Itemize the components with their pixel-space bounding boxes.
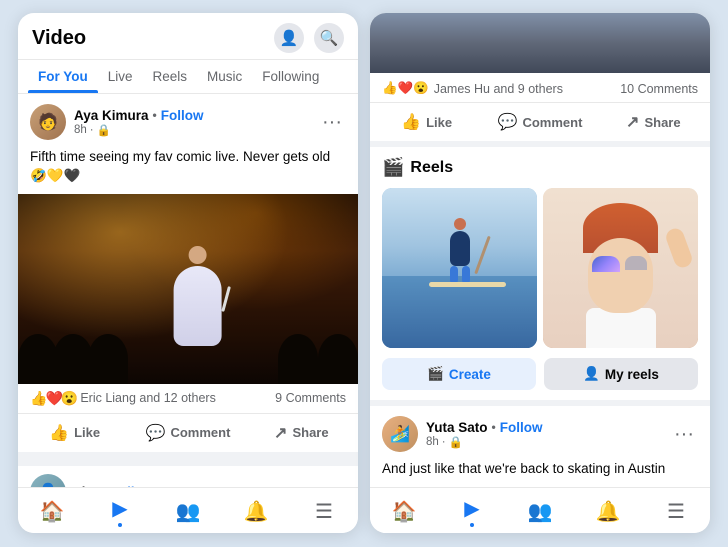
reaction-bar: 👍 ❤️ 😮 Eric Liang and 12 others 9 Commen…: [18, 384, 358, 413]
reels-section: 🎬 Reels: [370, 147, 710, 400]
video-stage: [18, 194, 358, 384]
comment-button[interactable]: 💬 Comment: [131, 416, 244, 450]
reaction-emojis: 👍 ❤️ 😮: [30, 390, 76, 407]
post2-header: 🏄 Yuta Sato • Follow 8h · 🔒: [370, 406, 710, 456]
top-video-section: [370, 13, 710, 73]
post2-privacy-icon: 🔒: [449, 435, 463, 449]
engagement-row: 👍❤️😮 James Hu and 9 others 10 Comments: [370, 73, 710, 102]
right-comment-icon: 💬: [498, 112, 518, 132]
post-time: 8h: [74, 124, 87, 136]
right-action-bar: 👍 Like 💬 Comment ↗ Share: [370, 102, 710, 141]
action-bar: 👍 Like 💬 Comment ↗ Share: [18, 413, 358, 452]
next-post-preview: 👤 Tia... Follow: [18, 460, 358, 487]
right-share-button[interactable]: ↗ Share: [597, 105, 710, 139]
right-like-icon: 👍: [401, 112, 421, 132]
tab-live[interactable]: Live: [98, 60, 143, 93]
post2-avatar: 🏄: [382, 416, 418, 452]
right-comment-button[interactable]: 💬 Comment: [483, 105, 596, 139]
right-nav-groups[interactable]: 👥: [506, 494, 574, 529]
nav-groups[interactable]: 👥: [154, 494, 222, 529]
reel-thumb-1[interactable]: [382, 188, 537, 348]
left-phone-content: 🧑 Aya Kimura • Follow 8h · 🔒: [18, 94, 358, 487]
post-author: 🧑 Aya Kimura • Follow 8h · 🔒: [30, 104, 203, 140]
reels-icon: 🎬: [382, 157, 404, 178]
reels-person-icon: 👤: [583, 366, 600, 382]
post2-author-name: Yuta Sato: [426, 420, 488, 435]
right-share-icon: ↗: [626, 112, 639, 132]
post-privacy-icon: 🔒: [97, 123, 111, 137]
right-nav-menu[interactable]: ☰: [642, 494, 710, 529]
tab-following[interactable]: Following: [252, 60, 329, 93]
right-nav-video[interactable]: ▶: [438, 494, 506, 529]
more-options-button[interactable]: ···: [318, 111, 346, 134]
post2-time: 8h: [426, 436, 439, 448]
post2-more-button[interactable]: ···: [670, 423, 698, 446]
reels-grid: [382, 188, 698, 348]
post2-text: And just like that we're back to skating…: [370, 456, 710, 487]
reels-title: Reels: [410, 159, 453, 177]
right-reactor-text: James Hu and 9 others: [434, 82, 563, 96]
follow-button[interactable]: Follow: [161, 108, 204, 123]
my-reels-button[interactable]: 👤 My reels: [544, 358, 698, 390]
search-icon[interactable]: 🔍: [314, 23, 344, 53]
tab-music[interactable]: Music: [197, 60, 252, 93]
author-avatar: 🧑: [30, 104, 66, 140]
tabs-row: For You Live Reels Music Following: [18, 60, 358, 94]
tab-for-you[interactable]: For You: [28, 60, 98, 93]
right-phone: 👍❤️😮 James Hu and 9 others 10 Comments 👍…: [370, 13, 710, 533]
share-icon: ↗: [274, 423, 287, 443]
bottom-nav-left: 🏠 ▶ 👥 🔔 ☰: [18, 487, 358, 533]
like-icon: 👍: [49, 423, 69, 443]
page-title: Video: [32, 27, 86, 50]
left-phone-header: Video 👤 🔍: [18, 13, 358, 60]
comments-count[interactable]: 9 Comments: [275, 391, 346, 405]
reels-header: 🎬 Reels: [382, 157, 698, 178]
comment-icon: 💬: [146, 423, 166, 443]
reactor-text: Eric Liang and 12 others: [80, 391, 216, 405]
nav-video[interactable]: ▶: [86, 494, 154, 529]
author-name: Aya Kimura: [74, 108, 149, 123]
reel-thumb-2[interactable]: [543, 188, 698, 348]
left-phone: Video 👤 🔍 For You Live Reels Music Follo…: [18, 13, 358, 533]
create-icon: 🎬: [427, 366, 444, 382]
post-text: Fifth time seeing my fav comic live. Nev…: [18, 144, 358, 194]
profile-icon[interactable]: 👤: [274, 23, 304, 53]
right-like-button[interactable]: 👍 Like: [370, 105, 483, 139]
post-video[interactable]: [18, 194, 358, 384]
post2-follow-button[interactable]: Follow: [500, 420, 543, 435]
right-phone-content: 👍❤️😮 James Hu and 9 others 10 Comments 👍…: [370, 13, 710, 487]
tab-reels[interactable]: Reels: [143, 60, 198, 93]
right-comments-count[interactable]: 10 Comments: [620, 82, 698, 96]
nav-menu[interactable]: ☰: [290, 494, 358, 529]
post-card: 🧑 Aya Kimura • Follow 8h · 🔒: [18, 94, 358, 452]
nav-notifications[interactable]: 🔔: [222, 494, 290, 529]
create-reel-button[interactable]: 🎬 Create: [382, 358, 536, 390]
reels-buttons: 🎬 Create 👤 My reels: [382, 358, 698, 390]
like-button[interactable]: 👍 Like: [18, 416, 131, 450]
post-meta: 8h · 🔒: [74, 123, 203, 137]
post-header: 🧑 Aya Kimura • Follow 8h · 🔒: [18, 94, 358, 144]
bottom-nav-right: 🏠 ▶ 👥 🔔 ☰: [370, 487, 710, 533]
right-nav-home[interactable]: 🏠: [370, 494, 438, 529]
next-post-avatar: 👤: [30, 474, 66, 487]
right-nav-notifications[interactable]: 🔔: [574, 494, 642, 529]
nav-home[interactable]: 🏠: [18, 494, 86, 529]
post2-meta: 8h · 🔒: [426, 435, 542, 449]
header-icons: 👤 🔍: [274, 23, 344, 53]
share-button[interactable]: ↗ Share: [245, 416, 358, 450]
post-card-2: 🏄 Yuta Sato • Follow 8h · 🔒: [370, 406, 710, 487]
